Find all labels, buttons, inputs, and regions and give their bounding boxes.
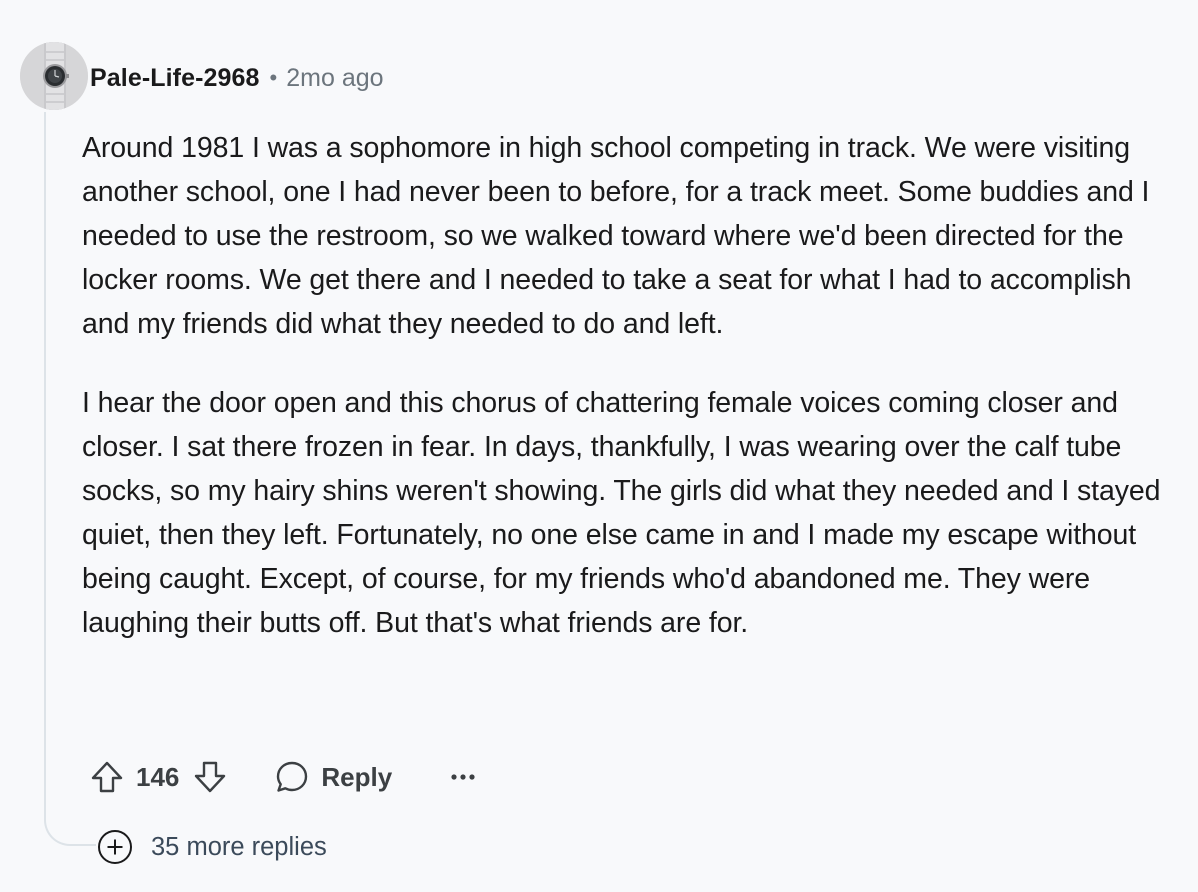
avatar[interactable] (20, 42, 88, 110)
reply-label: Reply (321, 761, 393, 792)
comment-actions: 146 Reply (90, 754, 476, 800)
plus-circle-icon (98, 830, 132, 864)
thread-line[interactable] (44, 112, 46, 812)
more-options-button[interactable] (450, 772, 476, 782)
arrow-up-icon (91, 761, 123, 793)
vote-score: 146 (136, 761, 180, 792)
watch-avatar-icon (20, 42, 88, 110)
more-replies-button[interactable]: 35 more replies (97, 828, 327, 866)
downvote-button[interactable] (193, 760, 227, 794)
more-replies-label: 35 more replies (151, 832, 327, 861)
separator-dot: • (269, 65, 278, 90)
speech-bubble-icon (277, 761, 308, 792)
comment-header: Pale-Life-2968 • 2mo ago (90, 60, 384, 96)
upvote-button[interactable] (90, 760, 124, 794)
reply-button[interactable]: Reply (275, 760, 392, 794)
username-link[interactable]: Pale-Life-2968 (90, 64, 260, 93)
comment-paragraph-2: I hear the door open and this chorus of … (82, 387, 1161, 639)
arrow-down-icon (195, 761, 226, 793)
thread-connector (44, 800, 96, 846)
comment-paragraph-1: Around 1981 I was a sophomore in high sc… (82, 132, 1150, 340)
comment-body: Around 1981 I was a sophomore in high sc… (82, 126, 1182, 645)
ellipsis-icon (451, 774, 475, 780)
timestamp[interactable]: 2mo ago (286, 64, 383, 93)
